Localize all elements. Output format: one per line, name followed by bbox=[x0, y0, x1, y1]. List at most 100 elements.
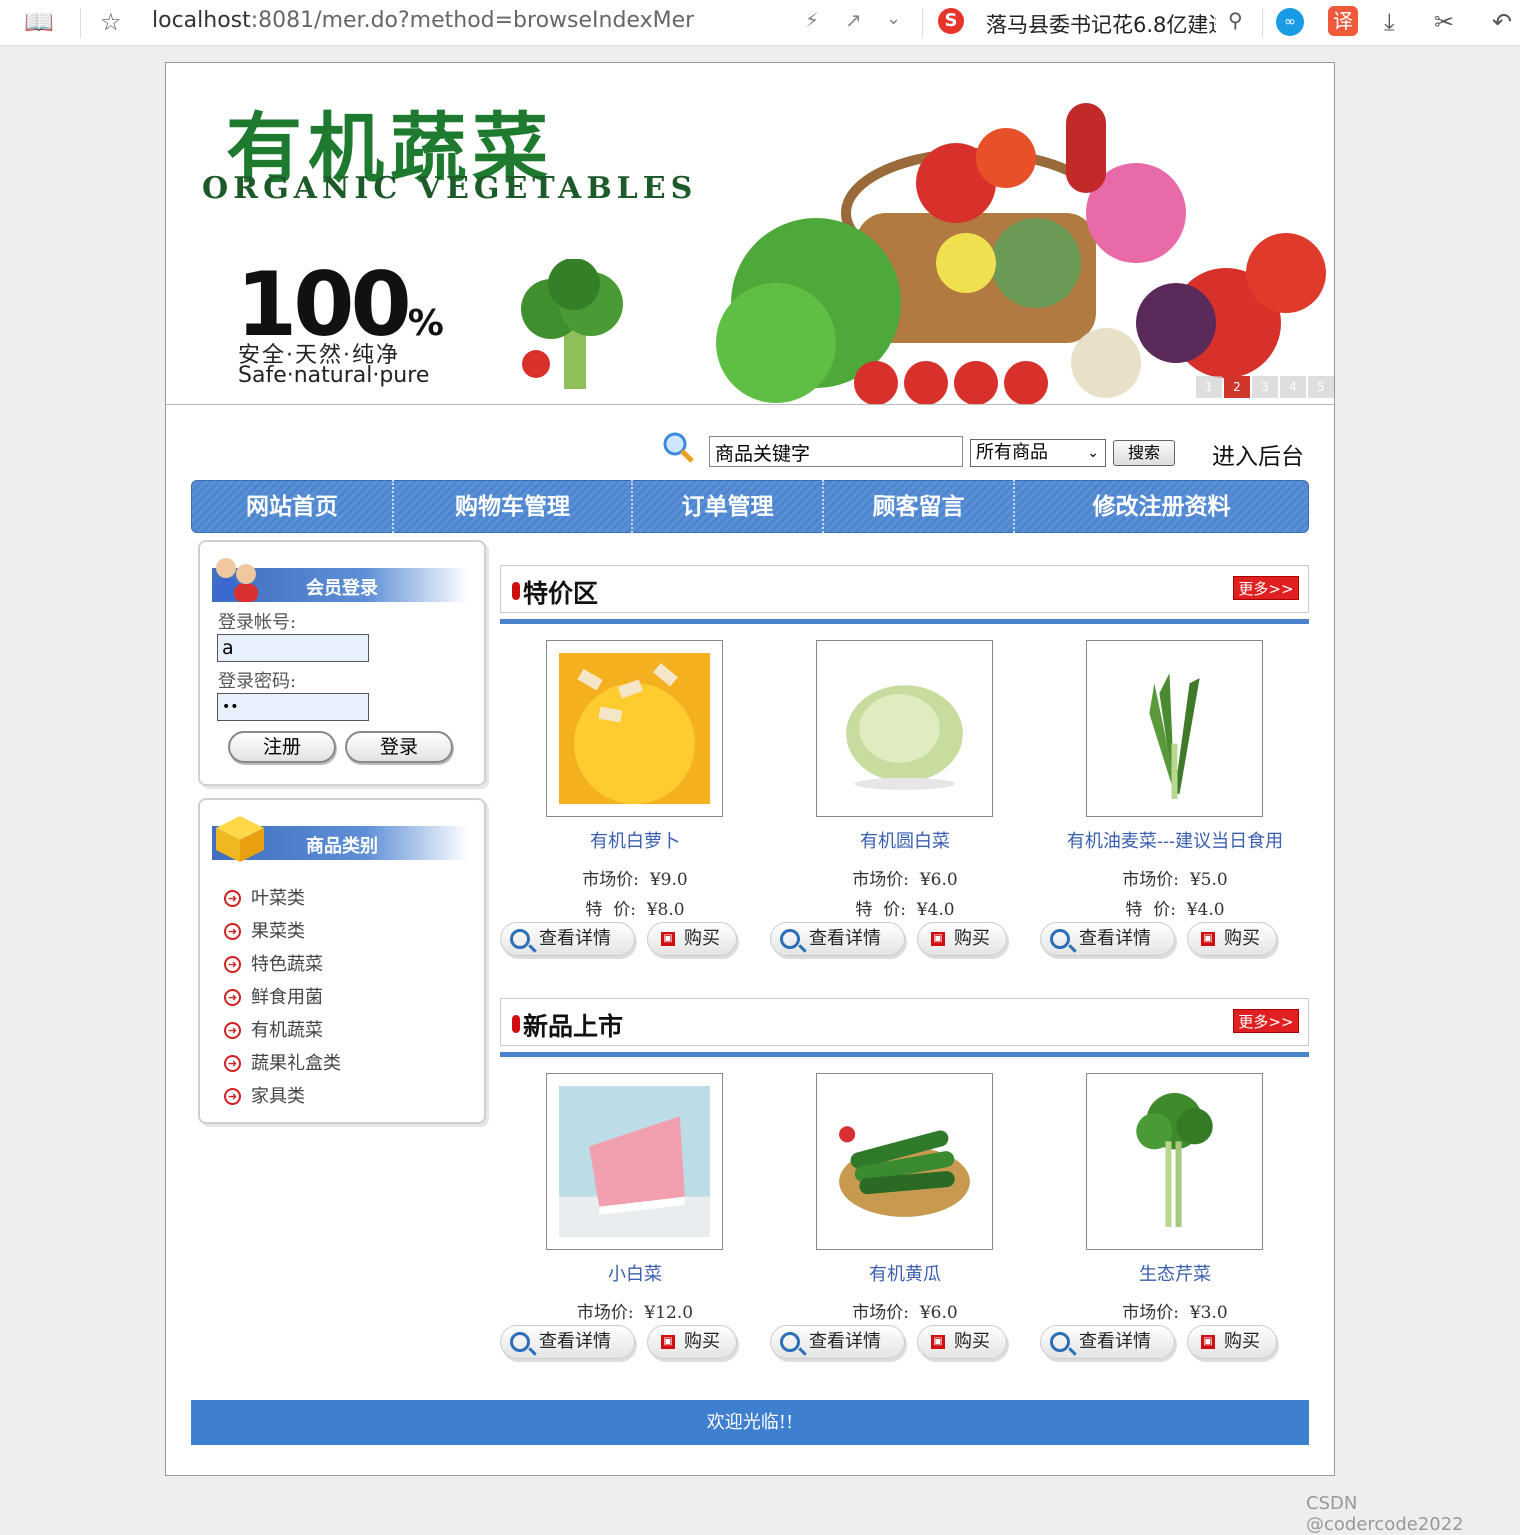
category-label: 鲜食用菌 bbox=[251, 987, 323, 1008]
category-item[interactable]: ➜ 鲜食用菌 bbox=[224, 983, 323, 1009]
register-button[interactable]: 注册 bbox=[228, 731, 336, 763]
slide-dot[interactable]: 3 bbox=[1252, 376, 1278, 398]
banner-subtitle: ORGANIC VEGETABLES bbox=[202, 171, 698, 206]
product-image-frame[interactable] bbox=[546, 640, 723, 817]
magnifier-icon bbox=[780, 1332, 800, 1352]
category-item[interactable]: ➜ 家具类 bbox=[224, 1082, 305, 1108]
product-name[interactable]: 有机黄瓜 bbox=[770, 1260, 1040, 1286]
search-icon[interactable]: ⚲ bbox=[1228, 8, 1243, 32]
cart-icon: ▣ bbox=[661, 932, 675, 946]
category-select[interactable]: 所有商品 ⌄ bbox=[970, 439, 1106, 467]
section-marker bbox=[512, 582, 520, 600]
banner: 有机蔬菜 ORGANIC VEGETABLES 100% 安全·天然·纯净 Sa… bbox=[166, 63, 1334, 405]
account-input[interactable]: a bbox=[217, 634, 369, 662]
product-name[interactable]: 有机油麦菜---建议当日食用 bbox=[1040, 827, 1310, 853]
category-title: 商品类别 bbox=[306, 836, 378, 857]
lightning-icon[interactable]: ⚡ bbox=[805, 8, 819, 32]
footer-welcome: 欢迎光临!! bbox=[191, 1400, 1309, 1445]
new-more-button[interactable]: 更多>> bbox=[1233, 1009, 1299, 1033]
product-name[interactable]: 小白菜 bbox=[500, 1260, 770, 1286]
admin-link[interactable]: 进入后台 bbox=[1212, 437, 1304, 471]
buy-button[interactable]: ▣ 购买 bbox=[917, 1325, 1007, 1359]
slide-dot[interactable]: 4 bbox=[1280, 376, 1306, 398]
view-details-button[interactable]: 查看详情 bbox=[1040, 1325, 1175, 1359]
arrow-right-icon: ➜ bbox=[224, 890, 241, 907]
sogou-search-icon[interactable]: S bbox=[938, 8, 964, 34]
view-details-label: 查看详情 bbox=[1079, 928, 1151, 949]
buy-label: 购买 bbox=[684, 928, 720, 949]
scissors-icon[interactable]: ✂ bbox=[1434, 8, 1454, 36]
category-item[interactable]: ➜ 有机蔬菜 bbox=[224, 1016, 323, 1042]
watermark: CSDN @codercode2022 bbox=[1306, 1493, 1464, 1535]
view-details-button[interactable]: 查看详情 bbox=[500, 1325, 635, 1359]
category-item[interactable]: ➜ 蔬果礼盒类 bbox=[224, 1049, 341, 1075]
banner-slogan-en: Safe·natural·pure bbox=[238, 363, 430, 388]
browser-toolbar: 📖 ☆ localhost:8081/mer.do?method=browseI… bbox=[0, 0, 1520, 46]
product-image bbox=[829, 1086, 980, 1237]
arrow-right-icon: ➜ bbox=[224, 923, 241, 940]
product-image-frame[interactable] bbox=[1086, 640, 1263, 817]
reading-mode-icon[interactable]: 📖 bbox=[24, 8, 54, 36]
slide-dot-active[interactable]: 2 bbox=[1224, 376, 1250, 398]
view-details-button[interactable]: 查看详情 bbox=[1040, 922, 1175, 956]
search-input[interactable]: 商品关键字 bbox=[709, 436, 963, 467]
product-image-frame[interactable] bbox=[1086, 1073, 1263, 1250]
view-details-label: 查看详情 bbox=[1079, 1331, 1151, 1352]
product-image-frame[interactable] bbox=[546, 1073, 723, 1250]
news-ticker[interactable]: 落马县委书记花6.8亿建进: bbox=[986, 9, 1216, 39]
view-details-label: 查看详情 bbox=[809, 1331, 881, 1352]
search-button[interactable]: 搜索 bbox=[1113, 440, 1175, 466]
password-input[interactable]: •• bbox=[217, 693, 369, 721]
special-section-header: 特价区 更多>> bbox=[500, 565, 1309, 613]
view-details-button[interactable]: 查看详情 bbox=[770, 922, 905, 956]
slide-dot[interactable]: 1 bbox=[1196, 376, 1222, 398]
nav-orders[interactable]: 订单管理 bbox=[633, 480, 824, 533]
url-path: :8081/mer.do?method=browseIndexMer bbox=[250, 8, 695, 33]
cart-icon: ▣ bbox=[931, 932, 945, 946]
nav-profile[interactable]: 修改注册资料 bbox=[1015, 480, 1308, 533]
magnifier-icon bbox=[510, 929, 530, 949]
product-image-frame[interactable] bbox=[816, 640, 993, 817]
magnifier-icon bbox=[1050, 1332, 1070, 1352]
category-label: 有机蔬菜 bbox=[251, 1020, 323, 1041]
nav-home[interactable]: 网站首页 bbox=[192, 480, 394, 533]
slide-dot[interactable]: 5 bbox=[1308, 376, 1334, 398]
nav-cart[interactable]: 购物车管理 bbox=[394, 480, 633, 533]
product-name[interactable]: 有机圆白菜 bbox=[770, 827, 1040, 853]
special-title: 特价区 bbox=[523, 579, 599, 608]
category-item[interactable]: ➜ 特色蔬菜 bbox=[224, 950, 323, 976]
extension-infinity-icon[interactable]: ∞ bbox=[1276, 8, 1304, 36]
buy-button[interactable]: ▣ 购买 bbox=[1187, 1325, 1277, 1359]
undo-icon[interactable]: ↶ bbox=[1492, 8, 1512, 36]
toolbar-divider bbox=[922, 8, 923, 38]
bookmark-star-icon[interactable]: ☆ bbox=[100, 8, 122, 36]
toolbar-divider bbox=[1262, 8, 1263, 38]
chevron-down-icon[interactable]: ⌄ bbox=[886, 8, 901, 29]
buy-button[interactable]: ▣ 购买 bbox=[917, 922, 1007, 956]
product-name[interactable]: 生态芹菜 bbox=[1040, 1260, 1310, 1286]
login-button[interactable]: 登录 bbox=[345, 731, 453, 763]
buy-button[interactable]: ▣ 购买 bbox=[647, 922, 737, 956]
category-label: 果菜类 bbox=[251, 921, 305, 942]
share-icon[interactable]: ↗ bbox=[845, 8, 862, 32]
magnifier-icon bbox=[510, 1332, 530, 1352]
translate-icon[interactable]: 译 bbox=[1328, 6, 1358, 36]
category-item[interactable]: ➜ 果菜类 bbox=[224, 917, 305, 943]
cart-icon: ▣ bbox=[1201, 932, 1215, 946]
nav-messages[interactable]: 顾客留言 bbox=[824, 480, 1015, 533]
address-bar[interactable]: localhost:8081/mer.do?method=browseIndex… bbox=[152, 8, 694, 33]
view-details-button[interactable]: 查看详情 bbox=[500, 922, 635, 956]
download-icon[interactable]: ⤓ bbox=[1384, 8, 1395, 36]
view-details-button[interactable]: 查看详情 bbox=[770, 1325, 905, 1359]
section-divider bbox=[500, 1052, 1309, 1057]
buy-button[interactable]: ▣ 购买 bbox=[1187, 922, 1277, 956]
product-image-frame[interactable] bbox=[816, 1073, 993, 1250]
product-name[interactable]: 有机白萝卜 bbox=[500, 827, 770, 853]
box-icon bbox=[216, 816, 264, 862]
product-image bbox=[559, 653, 710, 804]
view-details-label: 查看详情 bbox=[539, 1331, 611, 1352]
special-more-button[interactable]: 更多>> bbox=[1233, 576, 1299, 600]
category-item[interactable]: ➜ 叶菜类 bbox=[224, 884, 305, 910]
product-image bbox=[1099, 653, 1250, 804]
buy-button[interactable]: ▣ 购买 bbox=[647, 1325, 737, 1359]
